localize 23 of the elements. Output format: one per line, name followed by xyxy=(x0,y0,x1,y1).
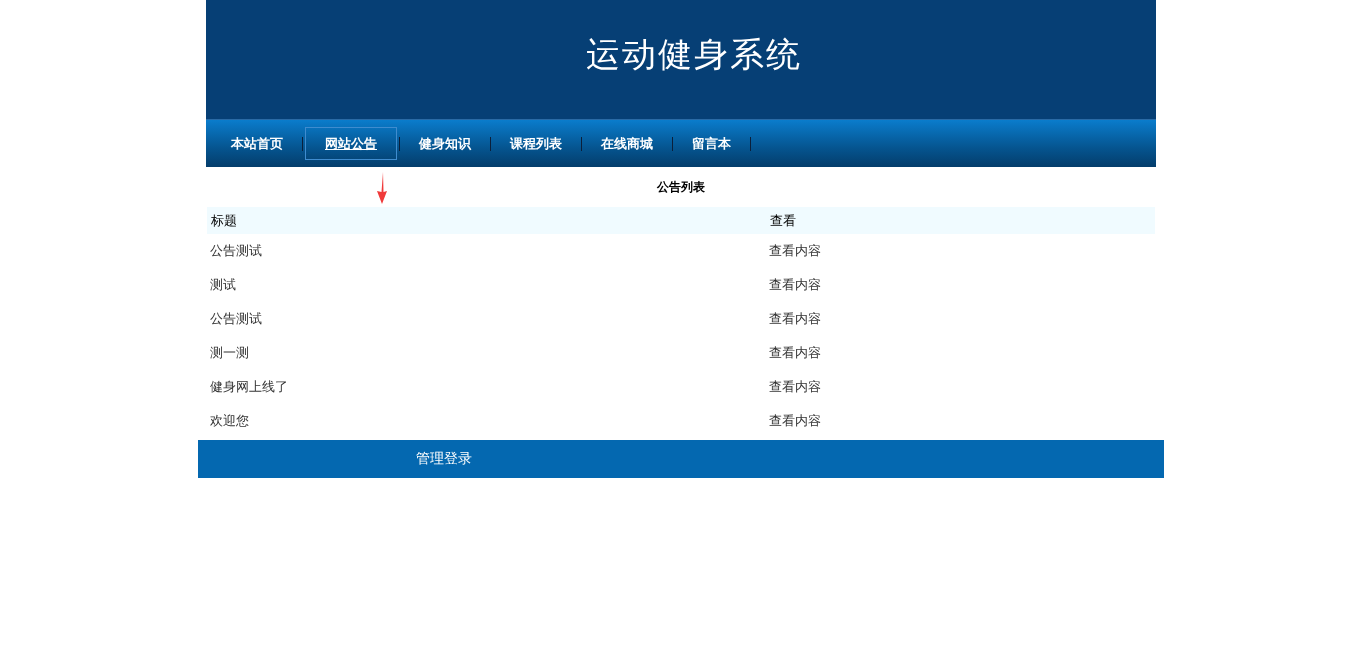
view-content-link[interactable]: 查看内容 xyxy=(765,344,821,362)
table-cell-text: 测一测 xyxy=(209,344,250,362)
nav-tab[interactable]: 课程列表 xyxy=(493,127,579,160)
column-header: 标题 xyxy=(210,211,238,230)
table-cell-text: 公告测试 xyxy=(209,310,263,328)
nav-tab[interactable]: 留言本 xyxy=(675,127,748,160)
table-cell-text: 欢迎您 xyxy=(209,412,250,430)
table-caption: 公告列表 xyxy=(657,178,705,196)
admin-login-link[interactable]: 管理登录 xyxy=(416,450,472,468)
view-content-link[interactable]: 查看内容 xyxy=(765,310,821,328)
view-content-link[interactable]: 查看内容 xyxy=(765,378,821,396)
nav-tab[interactable]: 网站公告 xyxy=(305,127,397,160)
column-header: 查看 xyxy=(769,211,796,230)
view-content-link[interactable]: 查看内容 xyxy=(765,276,821,294)
table-cell-text: 公告测试 xyxy=(209,242,263,260)
nav-tab[interactable]: 在线商城 xyxy=(584,127,670,160)
nav-tab[interactable]: 本站首页 xyxy=(214,127,300,160)
table-cell-text: 测试 xyxy=(209,276,237,294)
view-content-link[interactable]: 查看内容 xyxy=(765,242,821,260)
site-title: 运动健身系统 xyxy=(585,32,802,76)
view-content-link[interactable]: 查看内容 xyxy=(765,412,821,430)
nav-tab[interactable]: 健身知识 xyxy=(402,127,488,160)
table-cell-text: 健身网上线了 xyxy=(209,378,289,396)
